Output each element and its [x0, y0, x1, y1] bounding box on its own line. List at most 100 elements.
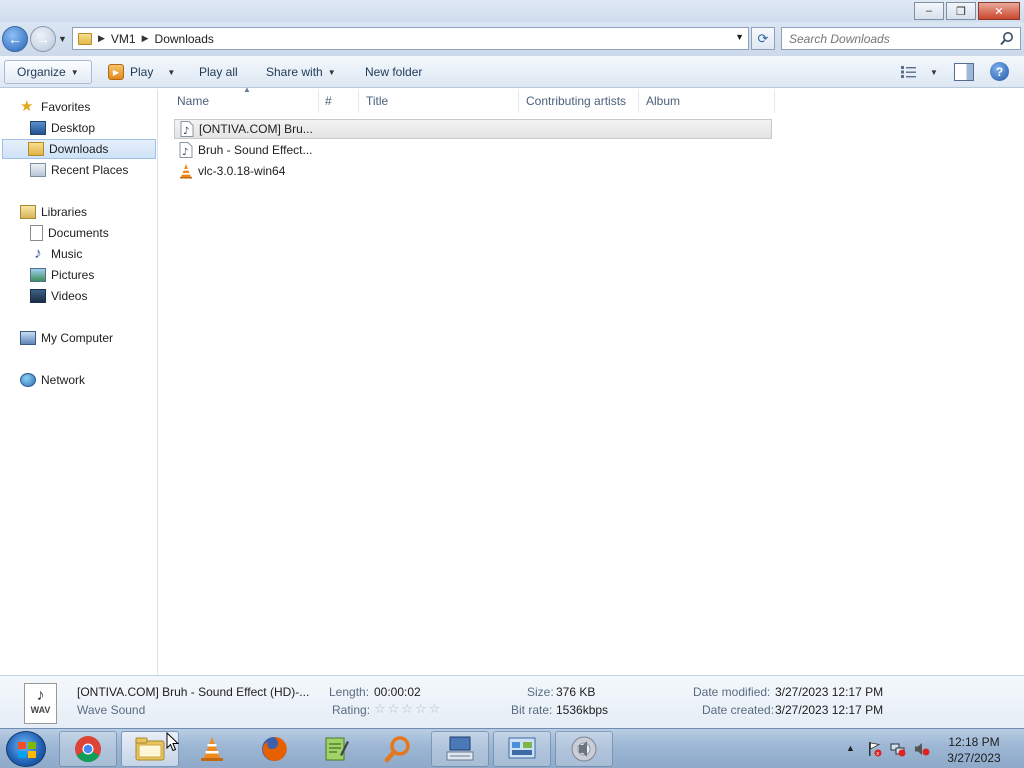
chevron-down-icon: ▼: [327, 67, 336, 77]
play-label: Play: [130, 65, 154, 79]
refresh-button[interactable]: ⟳: [751, 27, 775, 50]
nav-documents[interactable]: Documents: [30, 223, 109, 243]
file-list: ▲ Name # Title Contributing artists Albu…: [159, 85, 1024, 675]
minimize-button[interactable]: –: [914, 2, 944, 20]
documents-icon: [30, 225, 43, 241]
taskbar-vlc[interactable]: [183, 731, 241, 767]
wav-file-icon: ♪ WAV: [24, 683, 57, 724]
organize-button[interactable]: Organize ▼: [4, 60, 92, 84]
organize-label: Organize: [17, 65, 66, 79]
taskbar-search-app[interactable]: [369, 731, 427, 767]
audio-file-icon: ♪: [179, 142, 193, 158]
nav-libraries[interactable]: Libraries: [20, 202, 87, 222]
search-box[interactable]: [781, 27, 1021, 50]
desktop-icon: [30, 121, 46, 135]
column-header-title[interactable]: Title: [359, 89, 519, 113]
breadcrumb-downloads[interactable]: Downloads: [155, 32, 214, 46]
breadcrumb-vm1[interactable]: VM1: [111, 32, 136, 46]
file-name: [ONTIVA.COM] Bru...: [199, 122, 313, 136]
show-hidden-icons-icon[interactable]: ▲: [846, 743, 855, 753]
magnifier-icon: [384, 736, 410, 763]
recent-pages-dropdown-icon[interactable]: ▼: [58, 34, 67, 44]
nav-recent-places[interactable]: Recent Places: [30, 160, 128, 180]
close-button[interactable]: ✕: [978, 2, 1020, 20]
play-all-button[interactable]: Play all: [193, 60, 244, 84]
nav-favorites-label: Favorites: [41, 100, 91, 114]
preview-pane-icon[interactable]: [954, 63, 974, 81]
play-button[interactable]: ▶ Play ▼: [102, 60, 181, 84]
details-modified-label: Date modified:: [693, 685, 771, 699]
details-size-value: 376 KB: [556, 685, 596, 699]
back-arrow-icon: ←: [8, 31, 22, 47]
rating-stars[interactable]: ☆☆☆☆☆: [374, 701, 442, 717]
change-view-button[interactable]: ▼: [900, 60, 938, 84]
forward-button[interactable]: →: [30, 26, 56, 52]
computer-icon: [20, 331, 36, 345]
details-file-type: Wave Sound: [77, 703, 146, 717]
downloads-folder-icon: [28, 142, 44, 156]
column-header-number[interactable]: #: [319, 89, 359, 113]
help-icon[interactable]: ?: [990, 62, 1009, 81]
column-title-label: Title: [366, 94, 389, 108]
nav-desktop[interactable]: Desktop: [30, 118, 95, 138]
taskbar-media-player[interactable]: [555, 731, 613, 767]
chevron-down-icon[interactable]: ▼: [167, 68, 175, 77]
address-dropdown-icon[interactable]: ▼: [735, 32, 744, 42]
command-toolbar: Organize ▼ ▶ Play ▼ Play all Share with …: [0, 56, 1024, 88]
navigation-pane: ★ Favorites Desktop Downloads Recent Pla…: [0, 89, 158, 675]
breadcrumb-chevron-icon[interactable]: ▶: [98, 33, 105, 44]
nav-pictures[interactable]: Pictures: [30, 265, 94, 285]
nav-videos[interactable]: Videos: [30, 286, 87, 306]
file-row[interactable]: vlc-3.0.18-win64: [174, 161, 772, 181]
file-row[interactable]: ♪ Bruh - Sound Effect...: [174, 140, 772, 160]
taskbar-firefox[interactable]: [245, 731, 303, 767]
file-row[interactable]: ♪ [ONTIVA.COM] Bru...: [174, 119, 772, 139]
volume-muted-icon[interactable]: [914, 741, 930, 757]
taskbar-clock[interactable]: 12:18 PM 3/27/2023: [940, 734, 1008, 766]
taskbar-chrome[interactable]: [59, 731, 117, 767]
details-length-value: 00:00:02: [374, 685, 421, 699]
details-rating-label: Rating:: [332, 703, 371, 717]
column-number-label: #: [325, 94, 332, 108]
column-album-label: Album: [646, 94, 681, 108]
taskbar-control-panel[interactable]: [493, 731, 551, 767]
details-pane: ♪ WAV [ONTIVA.COM] Bruh - Sound Effect (…: [0, 675, 1024, 728]
nav-my-computer[interactable]: My Computer: [20, 328, 113, 348]
network-status-icon[interactable]: [890, 741, 906, 757]
address-bar[interactable]: ▶ VM1 ▶ Downloads ▼: [72, 27, 749, 50]
details-length-label: Length:: [329, 685, 370, 699]
details-filename: [ONTIVA.COM] Bruh - Sound Effect (HD)-..…: [77, 685, 310, 699]
nav-music[interactable]: ♪ Music: [30, 244, 82, 264]
clock-date: 3/27/2023: [947, 751, 1001, 765]
restore-button[interactable]: ❐: [946, 2, 976, 20]
action-center-flag-icon[interactable]: x: [866, 741, 882, 757]
taskbar-remote-desktop[interactable]: [431, 731, 489, 767]
search-icon[interactable]: [999, 31, 1015, 47]
chevron-down-icon: ▼: [70, 67, 79, 77]
keyboard-monitor-icon: [446, 736, 474, 761]
breadcrumb-chevron-icon[interactable]: ▶: [142, 33, 149, 44]
search-input[interactable]: [782, 28, 992, 49]
vlc-cone-icon: [201, 737, 223, 761]
nav-network[interactable]: Network: [20, 370, 85, 390]
new-folder-button[interactable]: New folder: [359, 60, 428, 84]
nav-pictures-label: Pictures: [51, 268, 95, 282]
share-with-button[interactable]: Share with ▼: [260, 60, 342, 84]
column-header-artists[interactable]: Contributing artists: [519, 89, 639, 113]
nav-favorites[interactable]: ★ Favorites: [20, 97, 90, 117]
details-created-label: Date created:: [702, 703, 775, 717]
file-name: vlc-3.0.18-win64: [198, 164, 286, 178]
back-button[interactable]: ←: [2, 26, 28, 52]
taskbar-notepad-plus-plus[interactable]: [307, 731, 365, 767]
svg-text:♪: ♪: [183, 126, 189, 137]
firefox-icon: [262, 736, 287, 761]
chevron-down-icon[interactable]: ▼: [930, 68, 938, 77]
column-header-name[interactable]: ▲ Name: [159, 85, 319, 113]
nav-downloads[interactable]: Downloads: [2, 139, 156, 159]
column-header-album[interactable]: Album: [639, 89, 775, 113]
wav-icon-label: WAV: [30, 705, 51, 715]
sort-ascending-icon: ▲: [243, 85, 251, 94]
chrome-icon: [75, 736, 101, 763]
details-bitrate-value: 1536kbps: [556, 703, 609, 717]
start-button[interactable]: [6, 731, 46, 767]
